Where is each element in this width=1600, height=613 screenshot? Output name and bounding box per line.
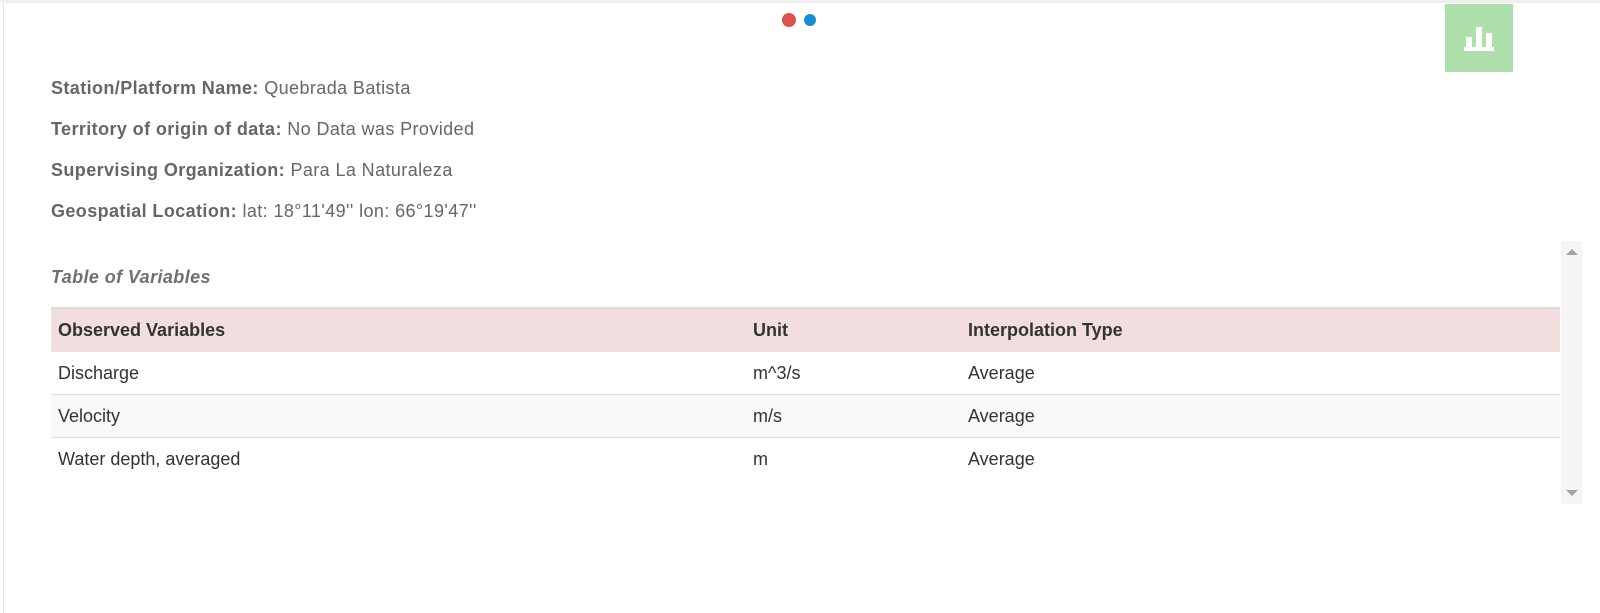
table-title: Table of Variables	[51, 267, 211, 287]
table-row: Velocity m/s Average	[51, 394, 1560, 438]
cell-variable: Velocity	[51, 394, 746, 438]
bar-chart-icon	[1464, 27, 1494, 51]
territory-value: No Data was Provided	[287, 119, 475, 139]
station-name-label: Station/Platform Name:	[51, 78, 259, 98]
cell-variable: Water depth, averaged	[51, 437, 746, 480]
cell-interpolation: Average	[961, 351, 1560, 395]
cell-unit: m^3/s	[746, 351, 961, 395]
table-header-row: Observed Variables Unit Interpolation Ty…	[51, 308, 1560, 352]
header-observed-variables: Observed Variables	[58, 319, 226, 340]
station-name-value: Quebrada Batista	[264, 78, 411, 98]
territory-label: Territory of origin of data:	[51, 119, 282, 139]
variables-table: Observed Variables Unit Interpolation Ty…	[51, 307, 1560, 480]
station-info: Station/Platform Name: Quebrada Batista …	[51, 74, 477, 238]
header-interpolation-type: Interpolation Type	[968, 319, 1123, 340]
organization-row: Supervising Organization: Para La Natura…	[51, 156, 477, 197]
table-row: Discharge m^3/s Average	[51, 351, 1560, 395]
location-value: lat: 18°11'49'' lon: 66°19'47''	[242, 201, 477, 221]
blue-status-dot	[804, 14, 816, 26]
chart-button[interactable]	[1445, 4, 1513, 72]
scroll-down-arrow-icon[interactable]	[1566, 490, 1578, 496]
cell-unit: m	[746, 437, 961, 480]
location-label: Geospatial Location:	[51, 201, 238, 221]
cell-unit: m/s	[746, 394, 961, 438]
cell-interpolation: Average	[961, 394, 1560, 438]
cell-variable: Discharge	[51, 351, 746, 395]
organization-value: Para La Naturaleza	[290, 160, 453, 180]
location-row: Geospatial Location: lat: 18°11'49'' lon…	[51, 197, 477, 238]
scroll-up-arrow-icon[interactable]	[1566, 249, 1578, 255]
table-row: Water depth, averaged m Average	[51, 437, 1560, 480]
table-scrollbar[interactable]	[1561, 241, 1582, 504]
variables-table-container: Table of Variables Observed Variables Un…	[51, 241, 1560, 504]
station-name-row: Station/Platform Name: Quebrada Batista	[51, 74, 477, 115]
territory-row: Territory of origin of data: No Data was…	[51, 115, 477, 156]
organization-label: Supervising Organization:	[51, 160, 286, 180]
cell-interpolation: Average	[961, 437, 1560, 480]
red-status-dot	[782, 13, 796, 27]
status-indicators	[782, 13, 816, 27]
header-unit: Unit	[753, 319, 788, 340]
